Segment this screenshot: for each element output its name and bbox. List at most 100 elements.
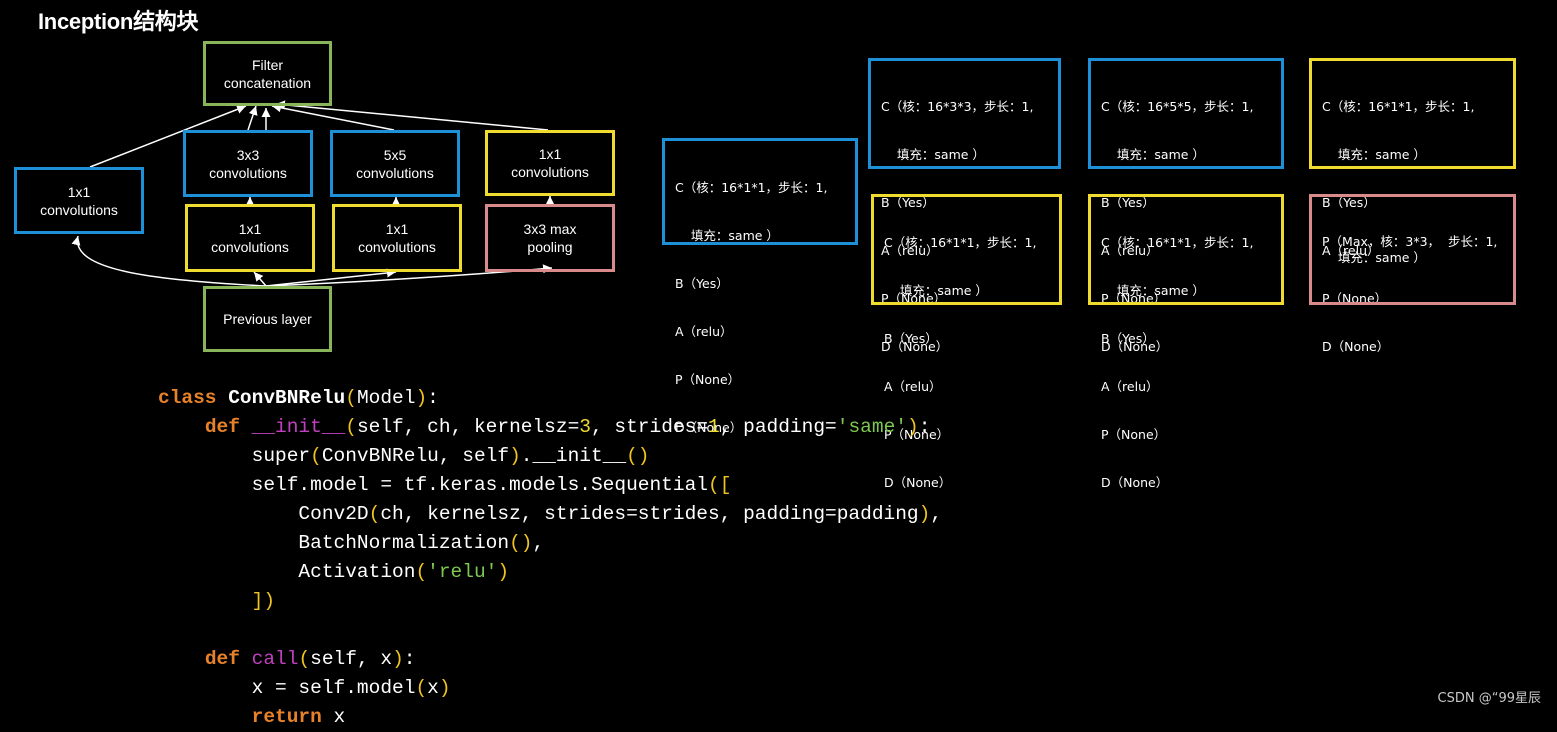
code-token: (: [415, 561, 428, 583]
node-line: concatenation: [223, 74, 312, 91]
code-token: (): [509, 532, 533, 554]
code-token: def: [204, 416, 252, 438]
code-token: ): [509, 445, 521, 467]
code-token: Conv2D: [158, 503, 369, 525]
code-token: ): [392, 648, 404, 670]
code-token: x: [333, 706, 346, 728]
param-line: 填充：same ）: [884, 283, 988, 298]
conv3x3-node: 3x3 convolutions: [183, 130, 313, 197]
code-line: Conv2D(ch, kernelsz, strides=strides, pa…: [158, 500, 942, 529]
code-token: ([: [708, 474, 732, 496]
code-token: ConvBNRelu, self: [321, 445, 510, 467]
param-box-branch2-1x1: C（核：16*1*1，步长：1, 填充：same ） B（Yes） A（relu…: [871, 194, 1062, 490]
param-line: 填充：same ）: [881, 147, 985, 162]
conv1x1-before-3x3-node: 1x1 convolutions: [185, 204, 315, 272]
node-line: convolutions: [356, 164, 434, 181]
code-token: (): [626, 445, 650, 467]
code-line: x = self.model(x): [158, 674, 942, 703]
maxpool-node: 3x3 max pooling: [485, 204, 615, 272]
code-token: __init__: [251, 416, 346, 438]
param-line: D（None）: [1322, 339, 1390, 354]
node-line: 1x1: [67, 183, 91, 200]
edge-prev-to-1x1a: [253, 271, 267, 287]
code-line: def call(self, x):: [158, 645, 942, 674]
node-line: 5x5: [383, 146, 407, 163]
node-line: convolutions: [211, 239, 289, 255]
conv5x5-node: 5x5 convolutions: [330, 130, 460, 197]
node-line: convolutions: [209, 164, 287, 181]
filter-concatenation-node: Filter concatenation: [203, 41, 332, 106]
code-token: self, x: [310, 648, 393, 670]
code-line: ]): [158, 587, 942, 616]
code-token: Activation: [158, 561, 416, 583]
code-token: :: [403, 648, 416, 670]
param-box-branch2-conv: C（核：16*3*3，步长：1, 填充：same ） B（Yes） A（relu…: [868, 58, 1061, 354]
param-line: A（relu）: [1101, 379, 1159, 394]
param-line: C（核：16*1*1，步长：1,: [1101, 235, 1254, 250]
param-line: D（None）: [1101, 475, 1169, 490]
code-token: ,: [930, 503, 943, 525]
param-line: A（relu）: [675, 324, 733, 339]
param-line: 填充：same ）: [1101, 283, 1205, 298]
code-line: class ConvBNRelu(Model):: [158, 384, 942, 413]
code-token: 'relu': [427, 561, 498, 583]
code-line: Activation('relu'): [158, 558, 942, 587]
code-token: self.model = tf.keras.models.Sequential: [158, 474, 708, 496]
code-token: :: [918, 416, 931, 438]
code-token: super: [158, 445, 311, 467]
code-token: (: [368, 503, 381, 525]
code-token: , strides=: [591, 416, 709, 438]
code-token: return: [251, 706, 334, 728]
param-line: B（Yes）: [884, 331, 938, 346]
code-token: x: [427, 677, 439, 699]
code-token: 1: [708, 416, 720, 438]
code-token: Model: [356, 387, 416, 409]
code-token: (: [345, 387, 357, 409]
code-token: , padding=: [719, 416, 837, 438]
code-token: ,: [532, 532, 545, 554]
conv1x1-before-5x5-node: 1x1 convolutions: [332, 204, 462, 272]
code-token: 3: [579, 416, 591, 438]
param-line: B（Yes）: [675, 276, 729, 291]
code-token: def: [204, 648, 252, 670]
param-line: C（核：16*3*3，步长：1,: [881, 99, 1034, 114]
edge-right-to-concat: [275, 100, 549, 131]
code-token: (: [415, 677, 428, 699]
code-token: (: [310, 445, 322, 467]
code-line: BatchNormalization(),: [158, 529, 942, 558]
code-listing: class ConvBNRelu(Model): def __init__(se…: [158, 384, 942, 732]
code-token: :: [427, 387, 439, 409]
param-line: C（核：16*5*5，步长：1,: [1101, 99, 1254, 114]
code-token: call: [251, 648, 299, 670]
code-line: super(ConvBNRelu, self).__init__(): [158, 442, 942, 471]
node-line: 1x1: [238, 221, 262, 237]
code-token: BatchNormalization: [158, 532, 510, 554]
code-token: (: [345, 416, 357, 438]
code-token: ): [415, 387, 428, 409]
param-line: C（核：16*1*1，步长：1,: [884, 235, 1037, 250]
code-token: (: [298, 648, 311, 670]
previous-layer-node: Previous layer: [203, 286, 332, 352]
param-line: 填充：same ）: [1322, 147, 1426, 162]
node-line: Filter: [251, 56, 284, 73]
node-line: pooling: [527, 239, 573, 255]
code-token: x = self.model: [158, 677, 416, 699]
conv1x1-right-node: 1x1 convolutions: [485, 130, 615, 196]
code-line: self.model = tf.keras.models.Sequential(…: [158, 471, 942, 500]
node-line: Previous layer: [223, 311, 312, 327]
conv1x1-left-node: 1x1 convolutions: [14, 167, 144, 234]
code-token: self, ch, kernelsz=: [356, 416, 580, 438]
code-token: ): [438, 677, 451, 699]
code-token: ): [918, 503, 931, 525]
node-line: 1x1: [538, 146, 562, 162]
param-line: C（核：16*1*1，步长：1,: [675, 180, 828, 195]
watermark: CSDN @“99星辰: [1437, 691, 1541, 706]
node-line: 1x1: [385, 221, 409, 237]
code-token: ): [497, 561, 510, 583]
code-token: ]): [251, 590, 276, 612]
node-line: convolutions: [40, 201, 118, 218]
edge-prev-to-1x1b: [265, 268, 397, 287]
